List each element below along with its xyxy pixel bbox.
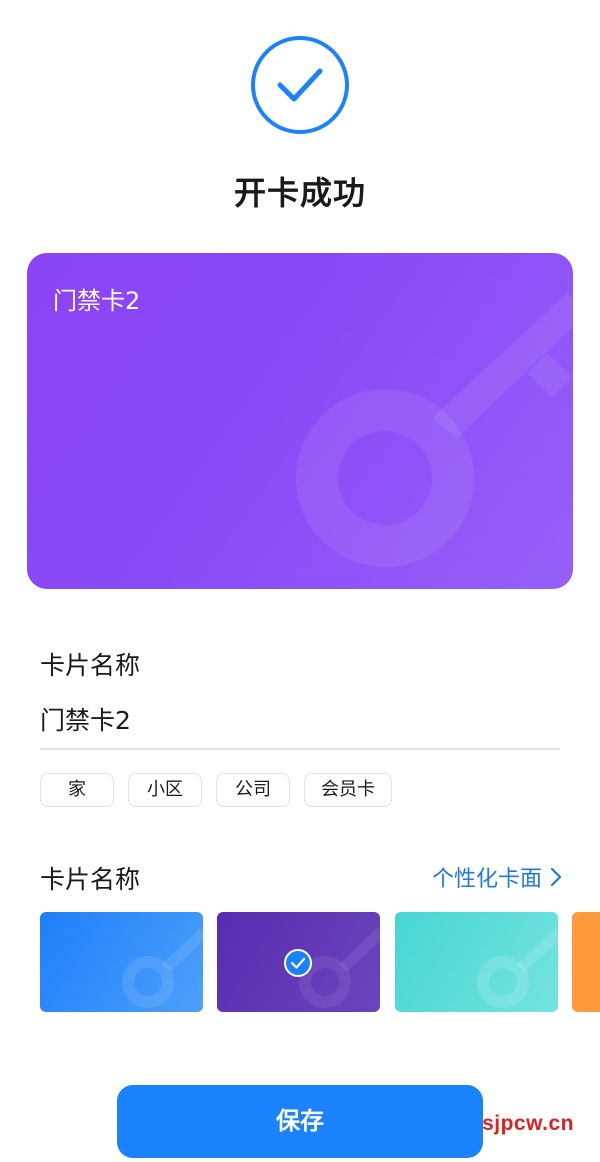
skin-option-cyan[interactable] [395,912,558,1012]
card-name-label: 卡片名称 [40,651,141,680]
key-watermark-icon [477,928,558,1008]
tag-home[interactable]: 家 [40,773,114,807]
customize-card-label: 个性化卡面 [431,867,542,892]
card-skin-label: 卡片名称 [40,865,141,894]
site-watermark: sjpcw.cn [482,1112,574,1135]
skin-option-orange[interactable] [572,912,600,1012]
card-skin-list [40,912,600,1012]
customize-card-link[interactable]: 个性化卡面 [432,861,562,893]
card-name-input[interactable] [40,690,560,750]
tag-member-card[interactable]: 会员卡 [304,773,392,807]
selected-check-icon [284,949,312,977]
tag-community[interactable]: 小区 [128,773,202,807]
page-title: 开卡成功 [233,174,366,212]
chevron-right-icon [550,867,562,887]
card-preview: 门禁卡2 [27,253,573,589]
save-button[interactable]: 保存 [117,1085,483,1158]
card-name: 门禁卡2 [53,287,141,315]
skin-option-purple[interactable] [217,912,380,1012]
tag-list: 家 小区 公司 会员卡 [40,773,392,807]
tag-company[interactable]: 公司 [216,773,290,807]
skin-option-blue[interactable] [40,912,203,1012]
check-circle-icon [251,36,349,134]
key-watermark-icon [122,928,203,1008]
